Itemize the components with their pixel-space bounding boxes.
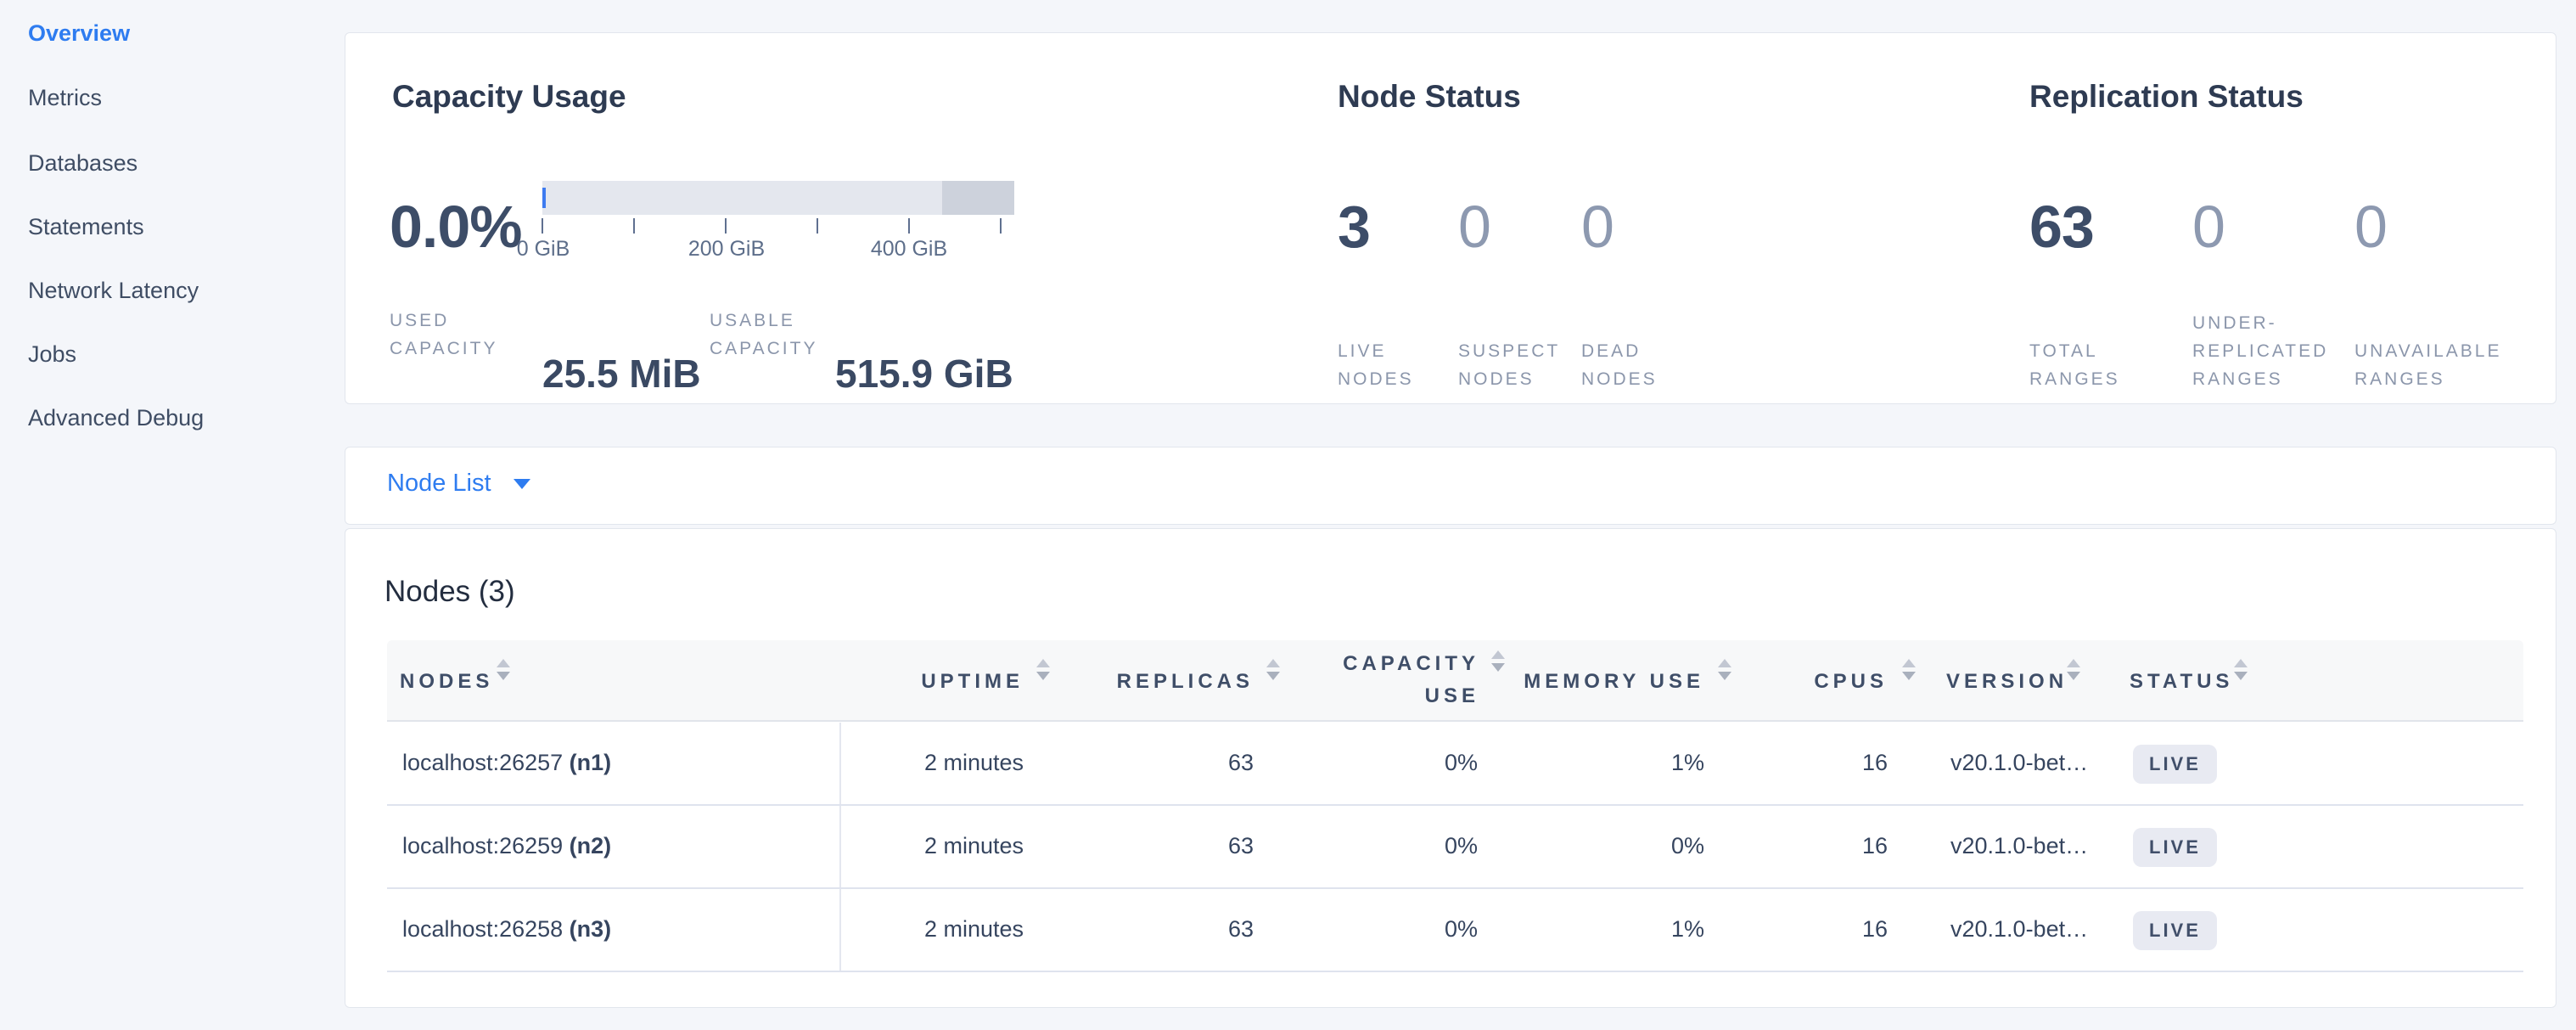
- dead-nodes-count: 0: [1581, 196, 1614, 257]
- cluster-summary-card: Capacity Usage 0.0% 0 GiB 200 GiB 400 Gi…: [345, 32, 2556, 404]
- memory-use-cell: 1%: [1535, 750, 1704, 776]
- live-nodes-count: 3: [1338, 196, 1370, 257]
- suspect-nodes-label: SUSPECTNODES: [1458, 307, 1560, 393]
- nodes-table-card: Nodes (3) NODES UPTIME REPLICAS CAPACITY…: [345, 528, 2556, 1008]
- replicas-cell: 63: [1084, 833, 1254, 859]
- suspect-nodes-count: 0: [1458, 196, 1491, 257]
- unavailable-ranges-label: UNAVAILABLERANGES: [2354, 307, 2501, 393]
- uptime-cell: 2 minutes: [854, 750, 1024, 776]
- capacity-usage-bar: [542, 181, 1014, 215]
- sidebar-item-jobs[interactable]: Jobs: [28, 340, 76, 369]
- usable-capacity-label: USABLE CAPACITY: [710, 307, 817, 363]
- nodes-heading: Nodes (3): [384, 575, 515, 609]
- sort-icon[interactable]: [1901, 659, 1917, 680]
- capacity-use-cell: 0%: [1308, 750, 1478, 776]
- table-row: localhost:26259 (n2) 2 minutes 63 0% 0% …: [387, 806, 2523, 889]
- axis-tick: [542, 218, 543, 234]
- axis-tick: [1000, 218, 1002, 234]
- column-header-replicas[interactable]: REPLICAS: [1067, 670, 1254, 694]
- status-badge: LIVE: [2133, 828, 2217, 867]
- total-ranges-count: 63: [2029, 196, 2094, 257]
- status-badge: LIVE: [2133, 745, 2217, 784]
- sidebar-item-databases[interactable]: Databases: [28, 149, 137, 177]
- node-address-cell[interactable]: localhost:26258 (n3): [402, 916, 611, 943]
- memory-use-cell: 0%: [1535, 833, 1704, 859]
- replication-status-title: Replication Status: [2029, 79, 2304, 115]
- sort-icon[interactable]: [1490, 650, 1506, 672]
- version-cell: v20.1.0-bet…: [1950, 916, 2088, 943]
- cpus-cell: 16: [1718, 750, 1888, 776]
- used-capacity-value: 25.5 MiB: [542, 351, 701, 397]
- sidebar-item-metrics[interactable]: Metrics: [28, 83, 102, 112]
- sort-icon[interactable]: [496, 659, 511, 680]
- capacity-use-cell: 0%: [1308, 916, 1478, 943]
- replicas-cell: 63: [1084, 750, 1254, 776]
- used-capacity-label: USED CAPACITY: [390, 307, 497, 363]
- status-badge: LIVE: [2133, 911, 2217, 950]
- live-nodes-label: LIVENODES: [1338, 307, 1414, 393]
- node-address-cell[interactable]: localhost:26259 (n2): [402, 833, 611, 859]
- axis-label-0gib: 0 GiB: [475, 237, 611, 262]
- node-address-cell[interactable]: localhost:26257 (n1): [402, 750, 611, 776]
- chevron-down-icon: [514, 479, 530, 489]
- version-cell: v20.1.0-bet…: [1950, 833, 2088, 859]
- axis-label-400gib: 400 GiB: [841, 237, 977, 262]
- capacity-bar-used-segment: [542, 188, 546, 208]
- axis-tick: [817, 218, 818, 234]
- column-header-nodes[interactable]: NODES: [400, 670, 493, 694]
- memory-use-cell: 1%: [1535, 916, 1704, 943]
- table-body: localhost:26257 (n1) 2 minutes 63 0% 1% …: [387, 723, 2523, 972]
- axis-label-200gib: 200 GiB: [659, 237, 794, 262]
- replicas-cell: 63: [1084, 916, 1254, 943]
- column-header-uptime[interactable]: UPTIME: [850, 670, 1024, 694]
- table-header: NODES UPTIME REPLICAS CAPACITY USE MEMOR…: [387, 640, 2523, 722]
- sidebar-item-advanced-debug[interactable]: Advanced Debug: [28, 403, 204, 432]
- sort-icon[interactable]: [2233, 659, 2248, 680]
- node-list-dropdown[interactable]: Node List: [387, 470, 530, 498]
- cpus-cell: 16: [1718, 833, 1888, 859]
- uptime-cell: 2 minutes: [854, 833, 1024, 859]
- table-row: localhost:26257 (n1) 2 minutes 63 0% 1% …: [387, 723, 2523, 806]
- under-replicated-ranges-count: 0: [2192, 196, 2225, 257]
- axis-tick: [908, 218, 910, 234]
- under-replicated-ranges-label: UNDER-REPLICATEDRANGES: [2192, 278, 2328, 393]
- view-selector-card: Node List: [345, 447, 2556, 525]
- sort-icon[interactable]: [2066, 659, 2081, 680]
- sort-icon[interactable]: [1266, 659, 1281, 680]
- uptime-cell: 2 minutes: [854, 916, 1024, 943]
- column-header-status[interactable]: STATUS: [2130, 670, 2233, 694]
- cpus-cell: 16: [1718, 916, 1888, 943]
- total-ranges-label: TOTALRANGES: [2029, 307, 2120, 393]
- usable-capacity-value: 515.9 GiB: [835, 351, 1013, 397]
- axis-tick: [633, 218, 635, 234]
- capacity-use-cell: 0%: [1308, 833, 1478, 859]
- column-header-cpus[interactable]: CPUS: [1718, 670, 1888, 694]
- node-list-dropdown-label: Node List: [387, 470, 491, 498]
- sidebar-item-network-latency[interactable]: Network Latency: [28, 276, 199, 305]
- sort-icon[interactable]: [1035, 659, 1051, 680]
- dead-nodes-label: DEADNODES: [1581, 307, 1658, 393]
- column-header-memory-use[interactable]: MEMORY USE: [1509, 670, 1704, 694]
- table-row: localhost:26258 (n3) 2 minutes 63 0% 1% …: [387, 889, 2523, 972]
- version-cell: v20.1.0-bet…: [1950, 750, 2088, 776]
- axis-tick: [725, 218, 727, 234]
- column-header-capacity-use[interactable]: CAPACITY USE: [1310, 648, 1479, 712]
- sidebar-item-statements[interactable]: Statements: [28, 212, 144, 241]
- column-header-version[interactable]: VERSION: [1946, 670, 2068, 694]
- unavailable-ranges-count: 0: [2354, 196, 2388, 257]
- capacity-bar-reserved-segment: [942, 181, 1014, 215]
- sidebar-item-overview[interactable]: Overview: [28, 19, 130, 48]
- capacity-usage-title: Capacity Usage: [392, 79, 626, 115]
- node-status-title: Node Status: [1338, 79, 1521, 115]
